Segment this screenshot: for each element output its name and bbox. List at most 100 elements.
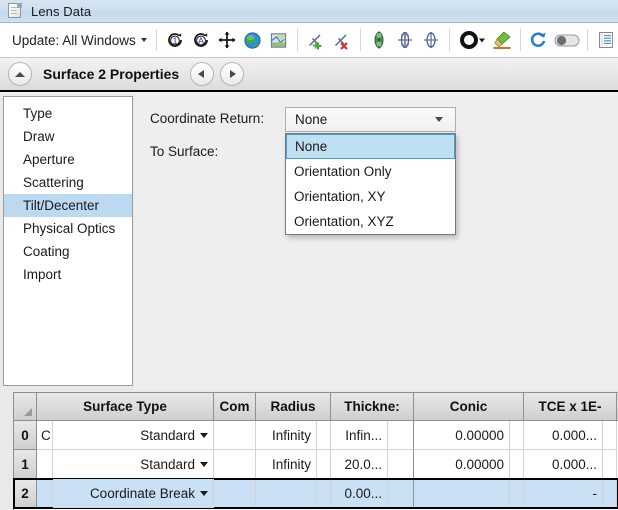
main-toolbar: Update: All Windows 1 A: [0, 23, 618, 58]
update-dropdown-caret-icon[interactable]: [141, 38, 147, 42]
row-0-comment[interactable]: [214, 421, 256, 450]
row-2-thickness-solve[interactable]: [388, 479, 414, 508]
row-2-surface-type[interactable]: Coordinate Break: [53, 479, 214, 508]
row-1-surface-type-value: Standard: [140, 457, 195, 472]
coordinate-return-dropdown-list[interactable]: None Orientation Only Orientation, XY Or…: [285, 133, 456, 235]
tilt-decenter-pane: Coordinate Return: To Surface: None None…: [134, 94, 618, 390]
column-header-surface-type[interactable]: Surface Type: [37, 393, 214, 420]
row-0-radius-solve[interactable]: [317, 421, 331, 450]
make-surface-stop-icon[interactable]: [366, 27, 392, 54]
toolbar-separator-1: [156, 29, 157, 51]
delete-surface-icon[interactable]: [329, 27, 355, 54]
document-icon: [7, 3, 23, 19]
row-2-comment[interactable]: [214, 479, 256, 508]
chevron-up-icon: [15, 72, 25, 77]
dropdown-option-none[interactable]: None: [286, 134, 455, 159]
previous-surface-button[interactable]: [190, 62, 214, 86]
dropdown-option-orientation-xyz[interactable]: Orientation, XYZ: [286, 209, 455, 234]
table-grid: Surface Type Com Radius Thickne: Conic T…: [13, 392, 618, 510]
row-1-radius-solve[interactable]: [317, 450, 331, 479]
row-1-comment[interactable]: [214, 450, 256, 479]
toggle-switch-icon[interactable]: [552, 27, 582, 54]
sidebar-item-physical-optics[interactable]: Physical Optics: [4, 217, 132, 240]
row-1-conic[interactable]: 0.00000: [414, 450, 510, 479]
row-2-tce-solve[interactable]: [603, 479, 617, 508]
lens-data-window: Lens Data Update: All Windows 1 A: [0, 0, 618, 510]
row-0-conic-solve[interactable]: [510, 421, 524, 450]
update-mode-label[interactable]: Update: All Windows: [12, 33, 136, 48]
caret-down-icon[interactable]: [200, 462, 208, 467]
tilt-decenter-icon[interactable]: [418, 27, 444, 54]
sidebar-item-type[interactable]: Type: [4, 102, 132, 125]
row-1-radius[interactable]: Infinity: [256, 450, 317, 479]
row-0-thickness-solve[interactable]: [388, 421, 414, 450]
aperture-icon[interactable]: [455, 27, 489, 54]
move-crosshair-icon[interactable]: [214, 27, 240, 54]
row-0-surface-type[interactable]: Standard: [53, 421, 214, 450]
sidebar-item-aperture[interactable]: Aperture: [4, 148, 132, 171]
properties-body: Type Draw Aperture Scattering Tilt/Decen…: [0, 94, 618, 390]
to-surface-label: To Surface:: [150, 144, 218, 159]
caret-down-icon[interactable]: [200, 433, 208, 438]
row-0-tce-solve[interactable]: [603, 421, 617, 450]
coordinate-return-select[interactable]: None: [285, 107, 456, 132]
column-header-comment[interactable]: Com: [214, 393, 256, 420]
table-corner-cell[interactable]: [14, 393, 37, 420]
next-surface-button[interactable]: [220, 62, 244, 86]
row-1-tce-solve[interactable]: [603, 450, 617, 479]
refresh-arrow-icon[interactable]: [526, 27, 552, 54]
row-2-tce[interactable]: -: [524, 479, 603, 508]
dropdown-option-orientation-xy[interactable]: Orientation, XY: [286, 184, 455, 209]
window-titlebar: Lens Data: [0, 0, 618, 23]
row-number-2[interactable]: 2: [14, 479, 37, 508]
page-title: Surface 2 Properties: [43, 66, 179, 82]
dropdown-option-orientation-only[interactable]: Orientation Only: [286, 159, 455, 184]
update-all-icon[interactable]: A: [188, 27, 214, 54]
row-1-thickness[interactable]: 20.0...: [331, 450, 388, 479]
layout-map-icon[interactable]: [266, 27, 292, 54]
row-1-thickness-solve[interactable]: [388, 450, 414, 479]
column-header-conic[interactable]: Conic: [414, 393, 524, 420]
column-header-radius[interactable]: Radius: [256, 393, 331, 420]
window-title: Lens Data: [31, 4, 91, 19]
row-number-1[interactable]: 1: [14, 450, 37, 479]
table-row[interactable]: 0 C Standard Infinity Infin... 0.00000 0…: [14, 421, 618, 450]
row-0-radius[interactable]: Infinity: [256, 421, 317, 450]
insert-surface-icon[interactable]: [303, 27, 329, 54]
toolbar-separator-2: [297, 29, 298, 51]
row-2-radius[interactable]: [256, 479, 317, 508]
sidebar-item-tilt-decenter[interactable]: Tilt/Decenter: [4, 194, 132, 217]
globe-icon[interactable]: [240, 27, 266, 54]
column-header-tce[interactable]: TCE x 1E-: [524, 393, 617, 420]
paint-brush-icon[interactable]: [489, 27, 515, 54]
row-0-thickness[interactable]: Infin...: [331, 421, 388, 450]
add-coordinate-break-icon[interactable]: [392, 27, 418, 54]
report-list-icon[interactable]: [593, 27, 618, 54]
sidebar-item-draw[interactable]: Draw: [4, 125, 132, 148]
table-row[interactable]: 2 Coordinate Break 0.00... -: [14, 479, 618, 508]
row-0-tce[interactable]: 0.000...: [524, 421, 603, 450]
row-2-conic[interactable]: [414, 479, 510, 508]
toolbar-separator-4: [449, 29, 450, 51]
update-single-icon[interactable]: 1: [162, 27, 188, 54]
table-row[interactable]: 1 Standard Infinity 20.0... 0.00000 0.00…: [14, 450, 618, 479]
row-1-tce[interactable]: 0.000...: [524, 450, 603, 479]
sidebar-item-import[interactable]: Import: [4, 263, 132, 286]
row-2-radius-solve[interactable]: [317, 479, 331, 508]
row-number-0[interactable]: 0: [14, 421, 37, 450]
chevron-down-icon: [435, 117, 443, 122]
sidebar-item-coating[interactable]: Coating: [4, 240, 132, 263]
collapse-panel-button[interactable]: [8, 62, 32, 86]
row-1-surface-type[interactable]: Standard: [53, 450, 214, 479]
chevron-left-icon: [198, 70, 204, 78]
row-1-conic-solve[interactable]: [510, 450, 524, 479]
caret-down-icon[interactable]: [200, 491, 208, 496]
row-2-thickness[interactable]: 0.00...: [331, 479, 388, 508]
sidebar-item-scattering[interactable]: Scattering: [4, 171, 132, 194]
row-2-conic-solve[interactable]: [510, 479, 524, 508]
column-header-thickness[interactable]: Thickne:: [331, 393, 414, 420]
toolbar-separator-3: [360, 29, 361, 51]
table-header-row: Surface Type Com Radius Thickne: Conic T…: [14, 393, 618, 421]
row-0-conic[interactable]: 0.00000: [414, 421, 510, 450]
resize-corner-icon: [24, 408, 32, 416]
